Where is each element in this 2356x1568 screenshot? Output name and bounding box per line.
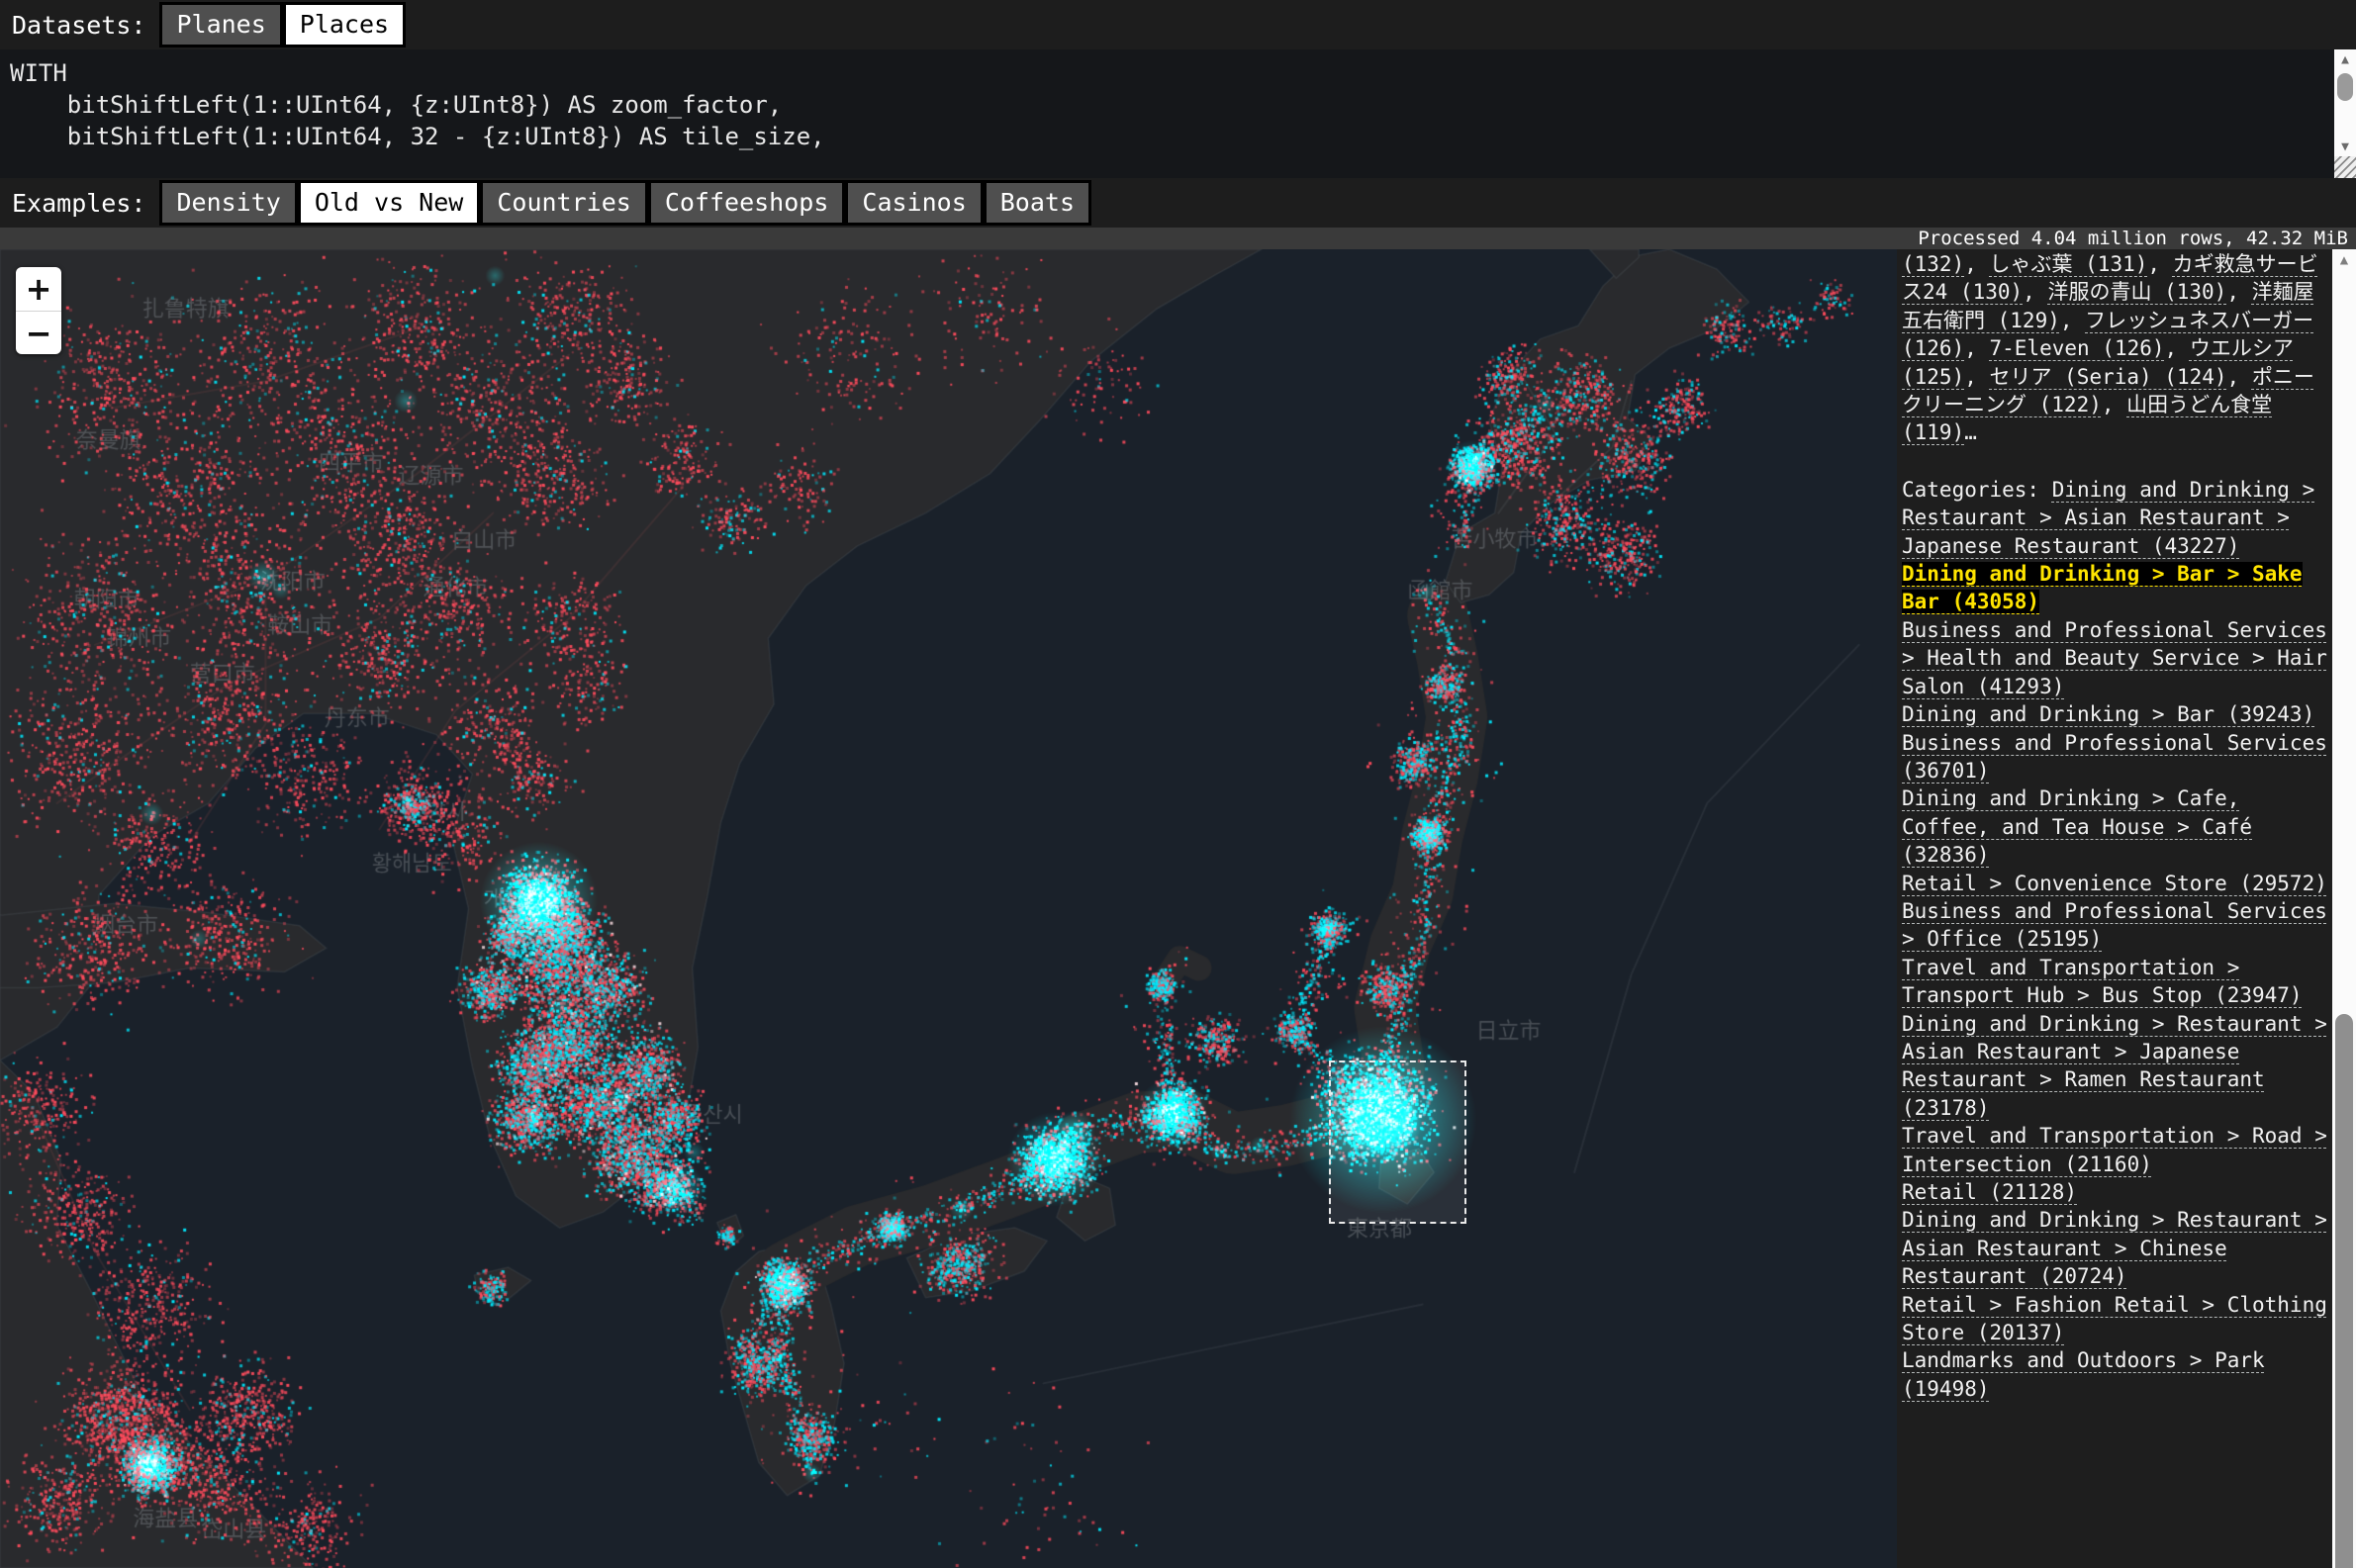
tile-selection-box [1329,1061,1466,1224]
example-button-boats[interactable]: Boats [987,183,1088,223]
query-editor-row: WITH bitShiftLeft(1::UInt64, {z:UInt8}) … [0,49,2356,178]
sidebar-scrollbar[interactable]: ▲ [2332,249,2356,1568]
brand-link[interactable]: しゃぶ葉 (131) [1990,252,2148,276]
example-button-coffeeshops[interactable]: Coffeeshops [651,183,843,223]
category-link[interactable]: Business and Professional Services > Off… [1902,899,2327,951]
status-bar: Processed 4.04 million rows, 42.32 MiB [0,228,2356,249]
category-link[interactable]: Dining and Drinking > Restaurant > Asian… [1902,1012,2327,1120]
map-canvas[interactable] [0,249,1897,1568]
datasets-label: Datasets: [12,11,145,40]
category-link[interactable]: Dining and Drinking > Restaurant > Asian… [1902,1208,2327,1288]
editor-scrollbar-thumb[interactable] [2337,73,2353,101]
brand-link[interactable]: 洋服の青山 (130) [2047,280,2226,304]
category-link-selected[interactable]: Dining and Drinking > Bar > Sake Bar (43… [1902,562,2303,613]
brand-link[interactable]: (132) [1902,252,1964,276]
sidebar-scrollbar-thumb[interactable] [2335,1014,2353,1568]
category-link[interactable]: Travel and Transportation > Transport Hu… [1902,956,2303,1007]
category-link[interactable]: Retail > Fashion Retail > Clothing Store… [1902,1293,2327,1344]
datasets-button-group: PlanesPlaces [159,2,406,47]
category-link[interactable]: Business and Professional Services (3670… [1902,731,2327,783]
scroll-down-icon[interactable]: ▼ [2334,137,2356,156]
resize-grip-icon[interactable] [2334,156,2356,178]
category-link[interactable]: Dining and Drinking > Bar (39243) [1902,702,2314,726]
scroll-up-icon[interactable]: ▲ [2332,249,2356,271]
sidebar-content: (132), しゃぶ葉 (131), カギ救急サービス24 (130), 洋服の… [1897,249,2332,1568]
editor-scrollbar[interactable]: ▲ ▼ [2334,49,2356,178]
category-link[interactable]: Dining and Drinking > Cafe, Coffee, and … [1902,786,2252,867]
categories-label: Categories: [1902,478,2052,502]
example-button-old-vs-new[interactable]: Old vs New [301,183,478,223]
datasets-bar: Datasets: PlanesPlaces [0,0,2356,49]
examples-label: Examples: [12,189,145,218]
status-text: Processed 4.04 million rows, 42.32 MiB [1918,228,2348,249]
dataset-button-places[interactable]: Places [286,5,403,45]
category-link[interactable]: Business and Professional Services > Hea… [1902,618,2327,698]
main-area: + − (132), しゃぶ葉 (131), カギ救急サービス24 (130),… [0,249,2356,1568]
example-button-countries[interactable]: Countries [483,183,644,223]
examples-button-group: DensityOld vs NewCountriesCoffeeshopsCas… [159,180,1091,226]
category-link[interactable]: Landmarks and Outdoors > Park (19498) [1902,1348,2265,1400]
zoom-control: + − [16,267,61,354]
category-link[interactable]: Travel and Transportation > Road > Inter… [1902,1124,2327,1175]
brand-link[interactable]: 7-Eleven (126) [1990,336,2165,360]
query-editor[interactable]: WITH bitShiftLeft(1::UInt64, {z:UInt8}) … [0,49,2334,178]
example-button-density[interactable]: Density [162,183,294,223]
brand-link[interactable]: セリア (Seria) (124) [1990,365,2227,389]
example-button-casinos[interactable]: Casinos [848,183,980,223]
sidebar: (132), しゃぶ葉 (131), カギ救急サービス24 (130), 洋服の… [1897,249,2356,1568]
category-link[interactable]: Retail > Convenience Store (29572) [1902,872,2327,895]
categories-list: Categories: Dining and Drinking > Restau… [1902,476,2327,1403]
zoom-in-button[interactable]: + [16,267,61,311]
zoom-out-button[interactable]: − [16,311,61,354]
map[interactable]: + − [0,249,1897,1568]
category-link[interactable]: Retail (21128) [1902,1180,2077,1204]
examples-bar: Examples: DensityOld vs NewCountriesCoff… [0,178,2356,228]
scroll-up-icon[interactable]: ▲ [2334,49,2356,69]
dataset-button-planes[interactable]: Planes [162,5,279,45]
top-brands-list: (132), しゃぶ葉 (131), カギ救急サービス24 (130), 洋服の… [1902,250,2327,447]
